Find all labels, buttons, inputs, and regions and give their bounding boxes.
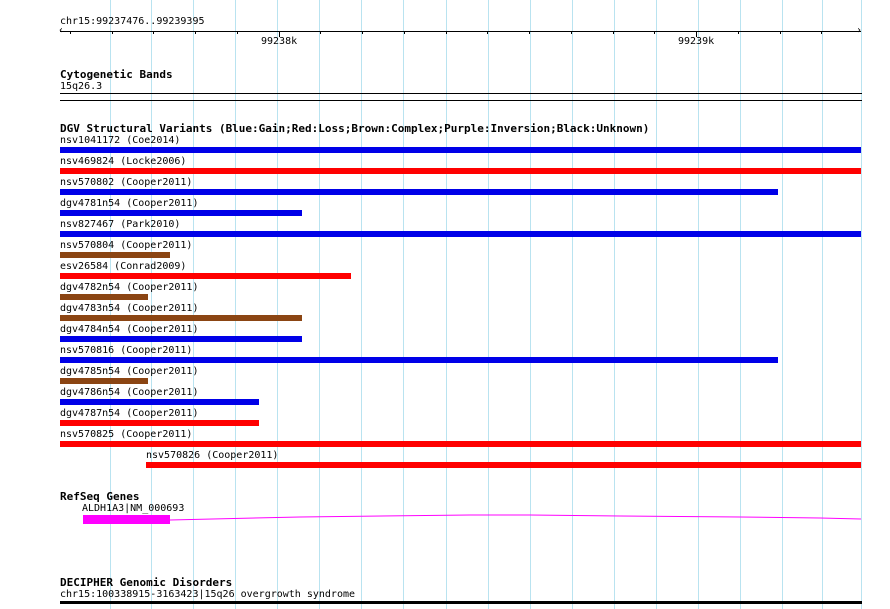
- genome-browser-panel: chr15:99237476..99239395 ‹ › 99238k 99239…: [0, 0, 890, 609]
- gene-exon-block: [83, 515, 170, 524]
- refseq-gene-glyph[interactable]: [0, 0, 890, 609]
- gene-intron-line: [169, 514, 862, 521]
- decipher-feature-label[interactable]: chr15:100338915-3163423|15q26 overgrowth…: [60, 589, 355, 600]
- decipher-track-title: DECIPHER Genomic Disorders: [60, 576, 233, 589]
- decipher-feature-bar[interactable]: [60, 601, 862, 604]
